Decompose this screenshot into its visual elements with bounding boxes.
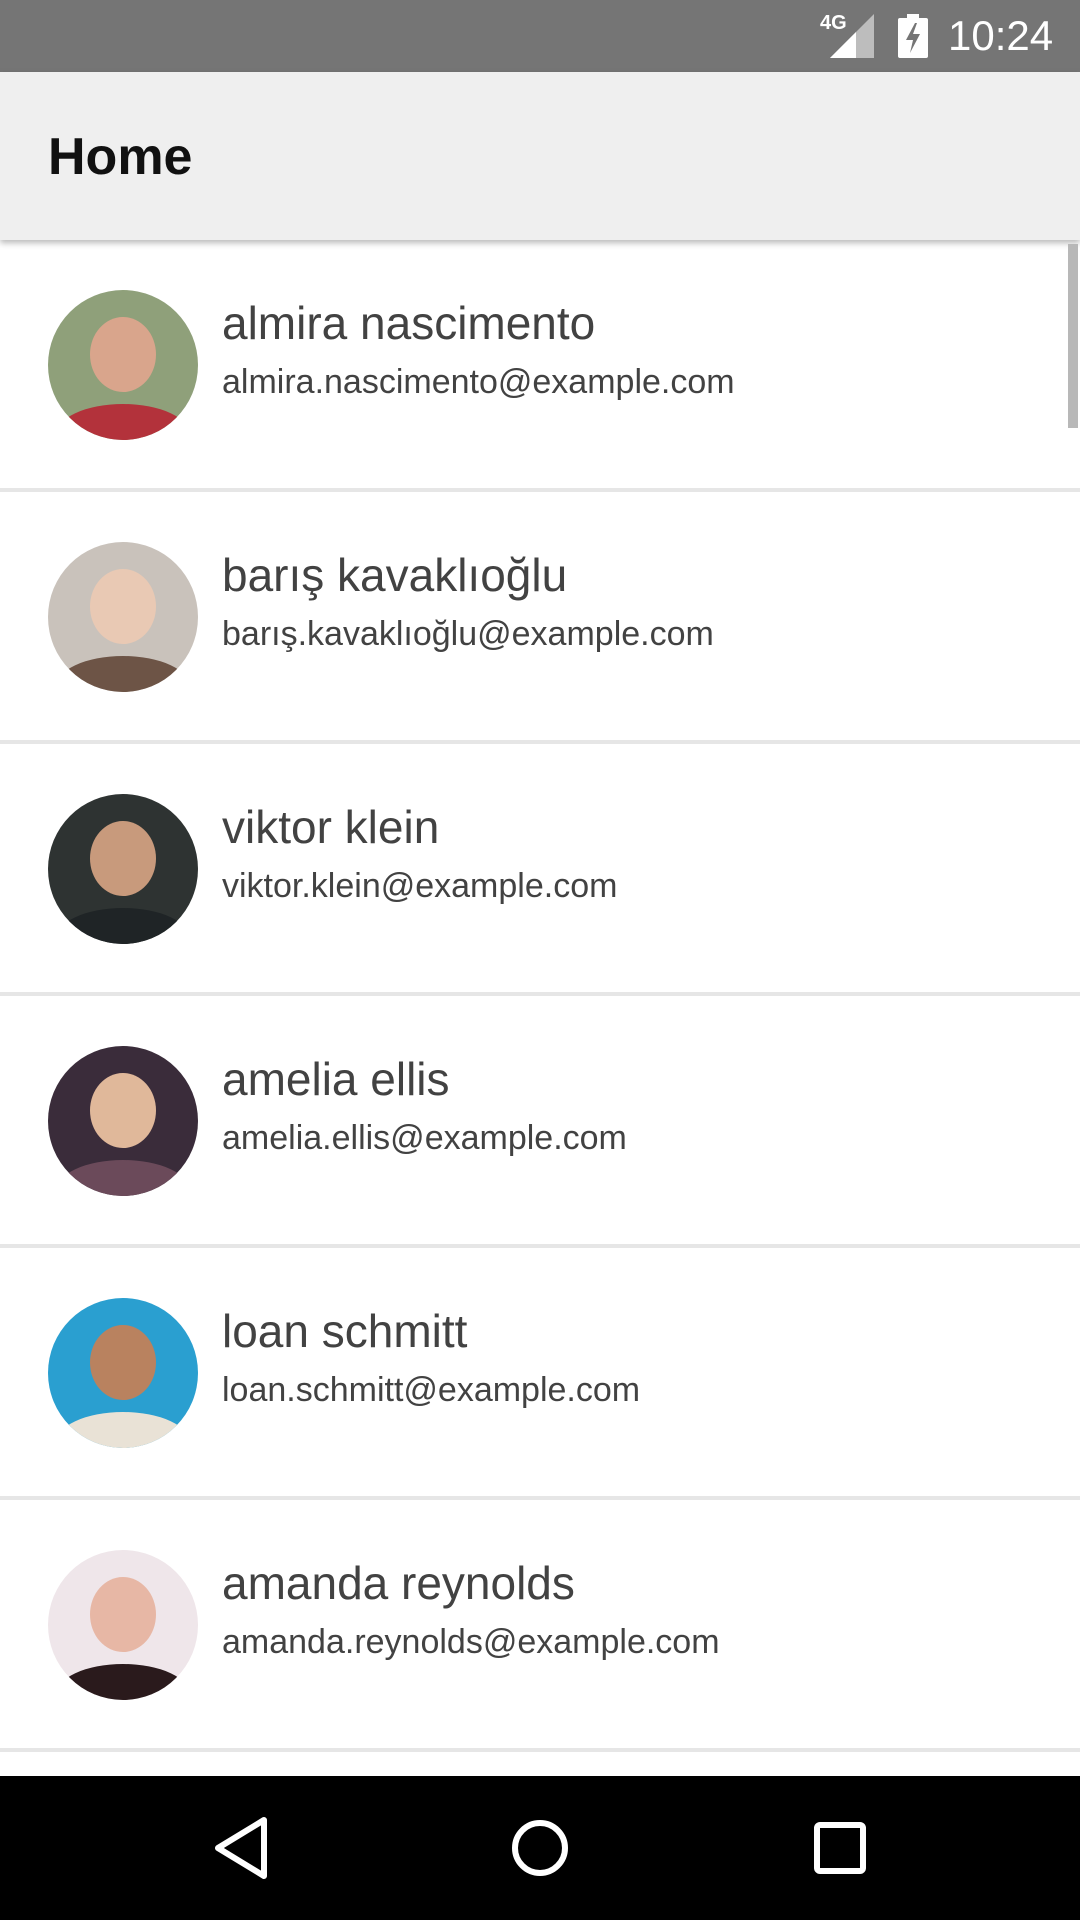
contact-email: barış.kavaklıoğlu@example.com <box>222 615 714 653</box>
contact-name: amelia ellis <box>222 1053 450 1105</box>
app-bar: Home <box>0 72 1080 240</box>
contact-list[interactable]: almira nascimento almira.nascimento@exam… <box>0 240 1080 1776</box>
avatar <box>48 1046 198 1196</box>
contact-email: amelia.ellis@example.com <box>222 1119 627 1157</box>
back-triangle-icon[interactable] <box>204 1812 276 1884</box>
contact-row[interactable]: amelia ellis amelia.ellis@example.com <box>0 996 1080 1248</box>
contact-email: viktor.klein@example.com <box>222 867 618 905</box>
avatar <box>48 1550 198 1700</box>
contact-name: almira nascimento <box>222 297 596 349</box>
avatar <box>48 290 198 440</box>
contact-row[interactable]: loan schmitt loan.schmitt@example.com <box>0 1248 1080 1500</box>
avatar <box>48 1298 198 1448</box>
contact-email: loan.schmitt@example.com <box>222 1371 641 1409</box>
page-title: Home <box>48 128 193 186</box>
contact-row[interactable]: viktor klein viktor.klein@example.com <box>0 744 1080 996</box>
contact-email: almira.nascimento@example.com <box>222 363 735 401</box>
recents-square-icon[interactable] <box>804 1812 876 1884</box>
avatar <box>48 542 198 692</box>
contact-email: amanda.reynolds@example.com <box>222 1623 720 1661</box>
contact-row[interactable]: almira nascimento almira.nascimento@exam… <box>0 240 1080 492</box>
contact-name: loan schmitt <box>222 1305 468 1357</box>
contact-name: amanda reynolds <box>222 1557 575 1609</box>
scrollbar[interactable] <box>1068 244 1078 428</box>
contact-row[interactable]: amanda reynolds amanda.reynolds@example.… <box>0 1500 1080 1752</box>
contact-name: barış kavaklıoğlu <box>222 549 568 601</box>
status-bar: 4G 10:24 <box>0 0 1080 72</box>
contact-row[interactable]: barış kavaklıoğlu barış.kavaklıoğlu@exam… <box>0 492 1080 744</box>
avatar <box>48 794 198 944</box>
home-circle-icon[interactable] <box>504 1812 576 1884</box>
navigation-bar <box>0 1776 1080 1920</box>
battery-charging-icon <box>898 14 928 58</box>
status-clock: 10:24 <box>948 12 1054 59</box>
cell-signal-icon <box>830 14 874 58</box>
contact-name: viktor klein <box>222 801 440 853</box>
